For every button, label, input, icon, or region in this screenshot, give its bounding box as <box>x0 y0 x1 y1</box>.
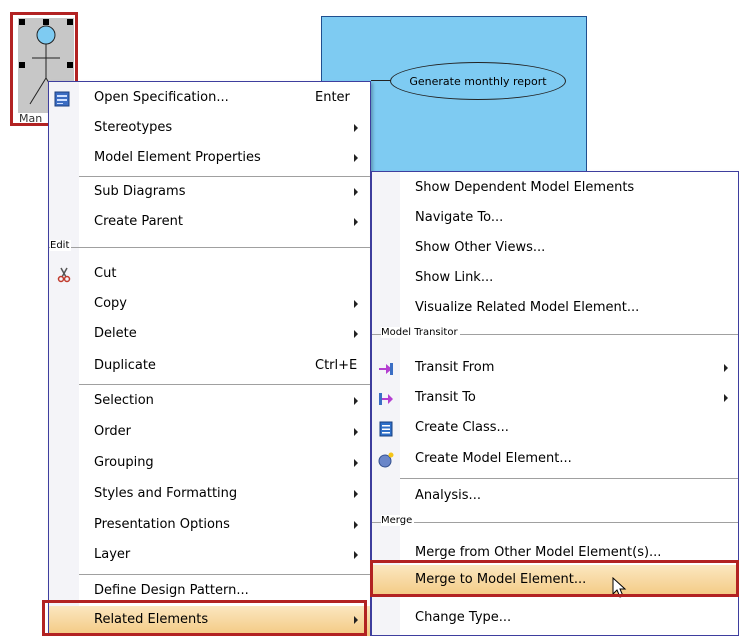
menu-item-label: Transit To <box>415 390 476 405</box>
submenu-arrow-icon <box>354 300 358 308</box>
menu-separator <box>49 247 370 248</box>
menu-separator <box>79 574 370 575</box>
menu-item-selection[interactable]: Selection <box>49 387 370 417</box>
menu-item-label: Cut <box>94 266 117 281</box>
menu-item-styles-and-formatting[interactable]: Styles and Formatting <box>49 480 370 510</box>
highlight-box-related-elements <box>42 600 367 636</box>
menu-item-navigate-to[interactable]: Navigate To... <box>372 204 738 234</box>
menu-separator <box>400 478 738 479</box>
menu-item-sub-diagrams[interactable]: Sub Diagrams <box>49 178 370 208</box>
menu-item-label: Stereotypes <box>94 120 173 135</box>
scissors-icon <box>56 267 72 283</box>
submenu-arrow-icon <box>354 428 358 436</box>
menu-item-label: Analysis... <box>415 488 481 503</box>
menu-item-label: Grouping <box>94 455 154 470</box>
submenu-arrow-icon <box>354 218 358 226</box>
class-icon <box>378 421 394 437</box>
menu-item-label: Sub Diagrams <box>94 184 186 199</box>
menu-item-label: Layer <box>94 547 131 562</box>
menu-item-label: Selection <box>94 393 154 408</box>
menu-item-label: Merge from Other Model Element(s)... <box>415 545 662 560</box>
menu-item-cut[interactable]: Cut <box>49 260 370 290</box>
menu-item-transit-to[interactable]: Transit To <box>372 384 738 414</box>
transit-to-icon <box>378 391 394 407</box>
menu-group-label-edit: Edit <box>50 240 72 251</box>
menu-item-label: Duplicate <box>94 358 156 373</box>
menu-item-create-parent[interactable]: Create Parent <box>49 208 370 238</box>
context-menu: Open Specification... Enter Stereotypes … <box>48 81 371 636</box>
menu-item-label: Model Element Properties <box>94 150 261 165</box>
menu-item-label: Styles and Formatting <box>94 486 238 501</box>
menu-item-copy[interactable]: Copy <box>49 290 370 320</box>
menu-item-shortcut: Enter <box>315 90 350 105</box>
menu-item-label: Copy <box>94 296 127 311</box>
menu-item-create-class[interactable]: Create Class... <box>372 414 738 444</box>
menu-separator <box>79 176 370 177</box>
menu-item-layer[interactable]: Layer <box>49 541 370 571</box>
menu-item-label: Show Dependent Model Elements <box>415 180 635 195</box>
model-element-icon <box>378 452 394 468</box>
menu-item-change-type[interactable]: Change Type... <box>372 604 738 634</box>
menu-item-duplicate[interactable]: Duplicate Ctrl+E <box>49 352 370 382</box>
menu-item-label: Navigate To... <box>415 210 504 225</box>
menu-item-show-other-views[interactable]: Show Other Views... <box>372 234 738 264</box>
menu-item-label: Open Specification... <box>94 90 229 105</box>
menu-item-label: Create Class... <box>415 420 509 435</box>
menu-item-label: Show Link... <box>415 270 494 285</box>
menu-separator <box>372 522 738 523</box>
menu-item-model-element-properties[interactable]: Model Element Properties <box>49 144 370 174</box>
submenu-arrow-icon <box>354 459 358 467</box>
menu-item-open-specification[interactable]: Open Specification... Enter <box>49 84 370 114</box>
menu-item-label: Change Type... <box>415 610 512 625</box>
menu-item-order[interactable]: Order <box>49 418 370 448</box>
submenu-arrow-icon <box>354 124 358 132</box>
menu-item-grouping[interactable]: Grouping <box>49 449 370 479</box>
menu-item-label: Show Other Views... <box>415 240 546 255</box>
menu-item-presentation-options[interactable]: Presentation Options <box>49 511 370 541</box>
menu-item-label: Delete <box>94 326 137 341</box>
menu-separator <box>79 384 370 385</box>
submenu-arrow-icon <box>354 490 358 498</box>
menu-item-shortcut: Ctrl+E <box>315 358 358 373</box>
menu-item-create-model-element[interactable]: Create Model Element... <box>372 445 738 475</box>
use-case-shape[interactable]: Generate monthly report <box>390 62 566 100</box>
use-case-label: Generate monthly report <box>409 74 547 88</box>
menu-item-label: Presentation Options <box>94 517 230 532</box>
menu-group-label-model-transitor: Model Transitor <box>381 327 460 338</box>
submenu-arrow-icon <box>354 397 358 405</box>
submenu-arrow-icon <box>354 330 358 338</box>
submenu-arrow-icon <box>354 154 358 162</box>
submenu-arrow-icon <box>354 188 358 196</box>
submenu-arrow-icon <box>724 364 728 372</box>
menu-item-show-link[interactable]: Show Link... <box>372 264 738 294</box>
menu-item-stereotypes[interactable]: Stereotypes <box>49 114 370 144</box>
menu-item-label: Visualize Related Model Element... <box>415 300 640 315</box>
submenu-arrow-icon <box>724 394 728 402</box>
submenu-arrow-icon <box>354 551 358 559</box>
menu-item-analysis[interactable]: Analysis... <box>372 482 738 512</box>
transit-from-icon <box>378 361 394 377</box>
menu-item-show-dependent-model-elements[interactable]: Show Dependent Model Elements <box>372 174 738 204</box>
menu-item-label: Order <box>94 424 131 439</box>
menu-item-delete[interactable]: Delete <box>49 320 370 350</box>
specification-icon <box>54 91 70 107</box>
menu-item-label: Define Design Pattern... <box>94 583 249 598</box>
submenu-arrow-icon <box>354 521 358 529</box>
menu-group-label-merge: Merge <box>381 515 415 526</box>
menu-item-visualize-related-model-element[interactable]: Visualize Related Model Element... <box>372 294 738 324</box>
highlight-box-merge-to-model-element <box>370 560 739 597</box>
menu-item-label: Create Parent <box>94 214 183 229</box>
menu-item-label: Transit From <box>415 360 495 375</box>
menu-item-label: Create Model Element... <box>415 451 572 466</box>
association-line[interactable] <box>371 80 391 81</box>
menu-item-transit-from[interactable]: Transit From <box>372 354 738 384</box>
